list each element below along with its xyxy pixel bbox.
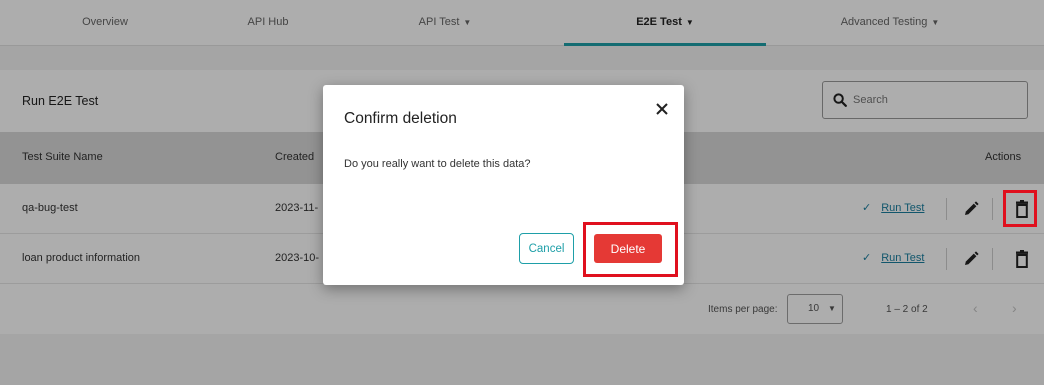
close-icon[interactable] bbox=[653, 100, 671, 118]
confirm-delete-dialog: Confirm deletion Do you really want to d… bbox=[323, 85, 684, 285]
cancel-button[interactable]: Cancel bbox=[519, 233, 574, 264]
dialog-title: Confirm deletion bbox=[344, 110, 457, 127]
dialog-message: Do you really want to delete this data? bbox=[344, 158, 531, 170]
delete-button[interactable]: Delete bbox=[594, 234, 662, 263]
